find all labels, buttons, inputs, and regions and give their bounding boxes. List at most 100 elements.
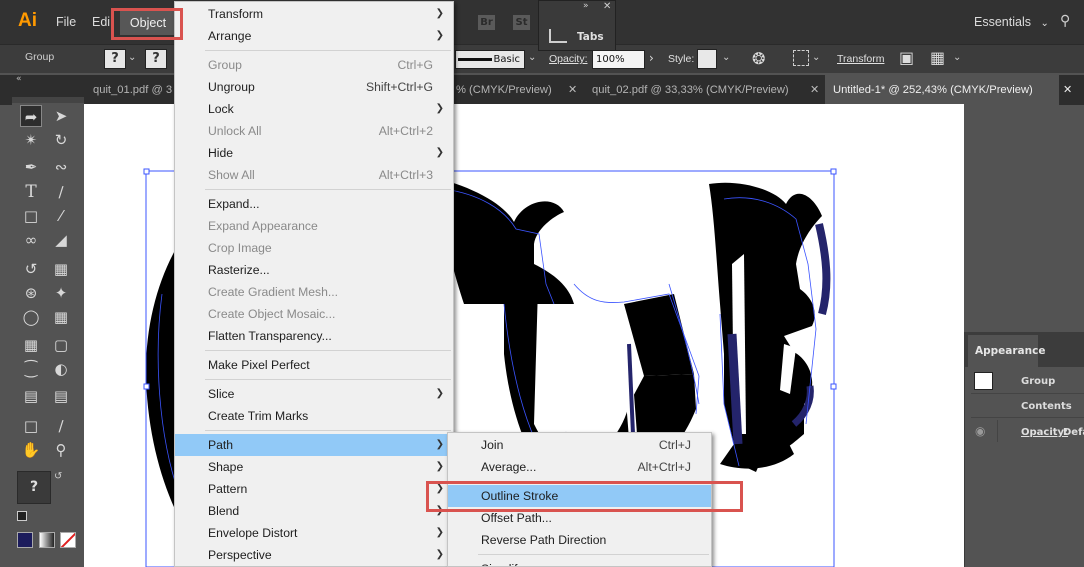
pen-tool-icon[interactable]: ✒ — [20, 156, 42, 178]
menu-item-pattern[interactable]: Pattern ❯ — [175, 478, 453, 500]
menu-item-envelope-distort[interactable]: Envelope Distort ❯ — [175, 522, 453, 544]
none-swatch-icon[interactable] — [60, 532, 76, 548]
isolate-icon[interactable]: ▣ — [899, 48, 914, 67]
menu-item-expand[interactable]: Expand... — [175, 193, 453, 215]
tab-untitled-1[interactable]: Untitled-1* @ 252,43% (CMYK/Preview) — [825, 75, 1059, 105]
direct-selection-tool-icon[interactable]: ➤ — [50, 105, 72, 127]
menu-item-join[interactable]: Join Ctrl+J — [448, 434, 711, 456]
collapse-icon[interactable]: » — [583, 1, 589, 11]
recolor-icon[interactable]: ❂ — [752, 49, 765, 68]
eraser-tool-icon[interactable]: ◢ — [50, 229, 72, 251]
menu-item-label: Flatten Transparency... — [208, 329, 332, 343]
object-menu: Transform ❯ Arrange ❯ Group Ctrl+G Ungroup Shif… — [174, 1, 454, 567]
default-colors-icon[interactable] — [17, 511, 27, 521]
bridge-button[interactable]: Br — [478, 15, 495, 30]
perspective-grid-tool-icon[interactable]: ▦ — [50, 306, 72, 328]
menu-item-transform[interactable]: Transform ❯ — [175, 3, 453, 25]
chevron-down-icon[interactable]: ⌄ — [528, 52, 536, 63]
workspace-label: Essentials — [974, 15, 1031, 29]
menu-item-create-trim-marks[interactable]: Create Trim Marks — [175, 405, 453, 427]
fill-swatch-icon[interactable] — [17, 532, 33, 548]
eyedropper-tool-icon[interactable]: ⁐ — [20, 358, 42, 380]
align-icon[interactable] — [793, 50, 809, 66]
puppet-warp-tool-icon[interactable]: ✦ — [50, 282, 72, 304]
menu-item-arrange[interactable]: Arrange ❯ — [175, 25, 453, 47]
menu-item-flatten-transparency[interactable]: Flatten Transparency... — [175, 325, 453, 347]
symbol-sprayer-tool-icon[interactable]: ▤ — [20, 385, 42, 407]
type-tool-icon[interactable]: T — [20, 181, 42, 203]
selection-tool-icon[interactable]: ➦ — [20, 105, 42, 127]
menu-item-blend[interactable]: Blend ❯ — [175, 500, 453, 522]
stroke-profile-dropdown[interactable]: Basic — [455, 50, 525, 69]
chevron-right-icon[interactable]: › — [649, 51, 654, 65]
menu-item-label: Blend — [208, 504, 240, 518]
rotate-tool-icon[interactable]: ↺ — [20, 258, 42, 280]
shape-builder-tool-icon[interactable]: ◯ — [20, 306, 42, 328]
menu-item-reverse-path-direction[interactable]: Reverse Path Direction — [448, 529, 711, 551]
visibility-eye-icon[interactable]: ◉ — [975, 424, 985, 438]
slice-tool-icon[interactable]: ∕ — [50, 415, 72, 437]
menu-item-ungroup[interactable]: Ungroup Shift+Ctrl+G — [175, 76, 453, 98]
menu-item-rasterize[interactable]: Rasterize... — [175, 259, 453, 281]
paintbrush-tool-icon[interactable]: ⁄ — [50, 205, 72, 227]
search-icon[interactable]: ⚲ — [1060, 13, 1070, 29]
artboard-tool-icon[interactable]: □ — [20, 415, 42, 437]
hand-tool-icon[interactable]: ✋ — [20, 439, 42, 461]
menu-edit[interactable]: Edit — [92, 15, 110, 29]
style-swatch[interactable] — [697, 49, 717, 69]
gradient-tool-icon[interactable]: ▢ — [50, 334, 72, 356]
menu-item-lock[interactable]: Lock ❯ — [175, 98, 453, 120]
menu-item-hide[interactable]: Hide ❯ — [175, 142, 453, 164]
workspace-switcher[interactable]: Essentials ⌄ — [974, 15, 1049, 29]
panel-collapse-icon[interactable]: « — [16, 74, 22, 84]
line-tool-icon[interactable]: ∕ — [50, 181, 72, 203]
menu-item-make-pixel-perfect[interactable]: Make Pixel Perfect — [175, 354, 453, 376]
menu-item-label: Reverse Path Direction — [481, 533, 607, 547]
chevron-down-icon[interactable]: ⌄ — [128, 52, 136, 63]
chevron-down-icon[interactable]: ⌄ — [812, 52, 820, 63]
transform-each-icon[interactable]: ▦ — [930, 48, 945, 67]
menu-item-shape[interactable]: Shape ❯ — [175, 456, 453, 478]
appearance-opacity-label[interactable]: Opacity: — [1021, 427, 1068, 438]
lasso-tool-icon[interactable]: ↻ — [50, 129, 72, 151]
rectangle-tool-icon[interactable]: □ — [20, 205, 42, 227]
column-graph-tool-icon[interactable]: ▤ — [50, 385, 72, 407]
stock-button[interactable]: St — [513, 15, 530, 30]
tab-document-2[interactable]: % (CMYK/Preview) — [448, 75, 558, 105]
menu-file[interactable]: File — [56, 15, 76, 29]
shaper-tool-icon[interactable]: ∞ — [20, 229, 42, 251]
fill-swatch[interactable]: ? — [104, 49, 126, 69]
close-icon[interactable]: ✕ — [568, 75, 577, 105]
menu-item-perspective[interactable]: Perspective ❯ — [175, 544, 453, 566]
blend-tool-icon[interactable]: ◐ — [50, 358, 72, 380]
width-tool-icon[interactable]: ⊛ — [20, 282, 42, 304]
menu-item-label: Create Trim Marks — [208, 409, 309, 423]
menu-item-path[interactable]: Path ❯ — [175, 434, 453, 456]
chevron-down-icon[interactable]: ⌄ — [722, 52, 730, 63]
chevron-down-icon[interactable]: ⌄ — [953, 52, 961, 63]
menu-item-average[interactable]: Average... Alt+Ctrl+J — [448, 456, 711, 478]
close-icon[interactable]: ✕ — [603, 1, 611, 12]
zoom-tool-icon[interactable]: ⚲ — [50, 439, 72, 461]
outline-stroke-callout — [426, 481, 743, 512]
appearance-tab[interactable]: Appearance — [968, 335, 1045, 367]
fill-stroke-widget[interactable]: ? — [17, 471, 51, 504]
mesh-tool-icon[interactable]: ▦ — [20, 334, 42, 356]
gradient-swatch-icon[interactable] — [39, 532, 55, 548]
close-icon[interactable]: ✕ — [810, 75, 819, 105]
menu-item-label: Unlock All — [208, 124, 262, 138]
menu-item-simplify[interactable]: Simplify... — [448, 558, 711, 566]
opacity-input[interactable]: 100% — [592, 50, 645, 69]
swap-fill-stroke-icon[interactable]: ↺ — [54, 471, 62, 482]
scale-tool-icon[interactable]: ▦ — [50, 258, 72, 280]
opacity-label[interactable]: Opacity: — [549, 53, 588, 65]
tab-quit-01[interactable]: quit_01.pdf @ 3 — [85, 75, 175, 105]
stroke-swatch[interactable]: ? — [145, 49, 167, 69]
menu-item-slice[interactable]: Slice ❯ — [175, 383, 453, 405]
close-icon[interactable]: ✕ — [1063, 75, 1072, 105]
tabs-floating-panel[interactable]: » ✕ Tabs — [538, 0, 616, 51]
transform-link[interactable]: Transform — [837, 53, 884, 65]
curvature-tool-icon[interactable]: ∾ — [50, 156, 72, 178]
tab-quit-02[interactable]: quit_02.pdf @ 33,33% (CMYK/Preview) — [584, 75, 804, 105]
magic-wand-tool-icon[interactable]: ✴ — [20, 129, 42, 151]
